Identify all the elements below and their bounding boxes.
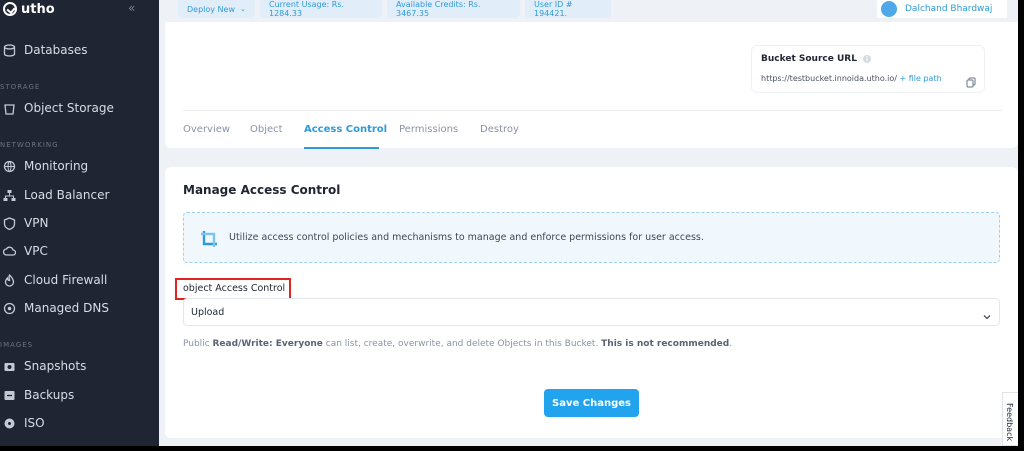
access-control-select[interactable]: Upload <box>183 298 1000 326</box>
help-everyone: Everyone <box>275 339 323 349</box>
sidebar-item-label: Monitoring <box>24 159 89 173</box>
cloud-icon <box>3 245 16 258</box>
section-images: IMAGES <box>0 341 34 349</box>
usage-text: Current Usage: Rs. 1284.33 <box>269 0 345 18</box>
sidebar-item-backups[interactable]: Backups <box>0 384 74 406</box>
help-mode: Read/Write <box>212 339 270 349</box>
access-help-text: Public Read/Write: Everyone can list, cr… <box>183 339 732 349</box>
user-id-badge: User ID # 194421. <box>525 0 611 18</box>
load-balancer-icon <box>3 189 16 202</box>
section-networking: NETWORKING <box>0 141 59 149</box>
tab-overview[interactable]: Overview <box>183 124 230 135</box>
brand-name: utho <box>21 1 55 17</box>
select-value: Upload <box>191 307 225 318</box>
file-path-link[interactable]: + file path <box>899 74 941 83</box>
sidebar-item-object-storage[interactable]: Object Storage <box>0 97 114 119</box>
bucket-source-url-box: Bucket Source URL i https://testbucket.i… <box>751 45 985 93</box>
sidebar-item-iso[interactable]: ISO <box>0 412 45 434</box>
chevron-down-icon: ⌄ <box>240 5 246 13</box>
crop-icon <box>200 230 218 252</box>
credits-text: Available Credits: Rs. 3467.35 <box>396 0 481 18</box>
logo-icon <box>3 2 17 16</box>
sidebar-item-label: Object Storage <box>24 101 114 115</box>
snapshot-icon <box>3 360 16 373</box>
help-middle: can list, create, overwrite, and delete … <box>322 339 602 349</box>
disk-icon <box>3 417 16 430</box>
save-changes-button[interactable]: Save Changes <box>544 389 639 417</box>
app-window: utho « Databases STORAGE Object Storage … <box>0 0 1018 446</box>
sidebar-item-label: Snapshots <box>24 359 87 373</box>
copy-icon[interactable] <box>966 73 976 92</box>
user-name: Dalchand Bhardwaj <box>905 4 993 14</box>
notice-text: Utilize access control policies and mech… <box>229 232 704 243</box>
dns-icon <box>3 302 16 315</box>
tab-access-control[interactable]: Access Control <box>304 124 387 135</box>
collapse-sidebar-icon[interactable]: « <box>128 1 135 15</box>
section-storage: STORAGE <box>0 83 41 91</box>
available-credits-badge: Available Credits: Rs. 3467.35 <box>387 0 520 18</box>
chevron-down-icon <box>982 307 992 326</box>
sidebar-item-vpn[interactable]: VPN <box>0 212 48 234</box>
sidebar-item-label: Cloud Firewall <box>24 273 108 287</box>
help-colon: : <box>269 339 276 349</box>
access-control-label: object Access Control <box>183 283 286 294</box>
sidebar-item-label: Backups <box>24 388 75 402</box>
feedback-tab[interactable]: Feedback <box>1002 392 1018 446</box>
help-prefix: Public <box>183 339 213 349</box>
active-tab-indicator <box>304 147 379 149</box>
user-menu[interactable]: Dalchand Bhardwaj <box>877 0 1007 18</box>
sidebar-item-monitoring[interactable]: Monitoring <box>0 155 88 177</box>
brand-logo[interactable]: utho <box>3 0 55 18</box>
help-warning: This is not recommended <box>601 339 730 349</box>
sidebar-item-vpc[interactable]: VPC <box>0 240 48 262</box>
sidebar-item-managed-dns[interactable]: Managed DNS <box>0 297 109 319</box>
page-title: Manage Access Control <box>183 183 341 197</box>
bucket-url-text: https://testbucket.innoida.utho.io/ <box>761 74 897 83</box>
bucket-source-title: Bucket Source URL i <box>761 54 871 64</box>
feedback-label: Feedback <box>1005 403 1014 442</box>
divider <box>183 110 1003 111</box>
bucket-header-card: Bucket Source URL i https://testbucket.i… <box>165 22 1018 149</box>
sidebar-item-label: VPC <box>24 244 48 258</box>
help-end: . <box>729 339 733 349</box>
sidebar-item-cloud-firewall[interactable]: Cloud Firewall <box>0 269 107 291</box>
sidebar-item-label: Databases <box>24 43 88 57</box>
bucket-source-label: Bucket Source URL <box>761 54 857 64</box>
sidebar-item-label: VPN <box>24 216 49 230</box>
sidebar-item-load-balancer[interactable]: Load Balancer <box>0 184 109 206</box>
user-id-text: User ID # 194421. <box>534 0 573 18</box>
tab-object[interactable]: Object <box>250 124 283 135</box>
shield-icon <box>3 216 16 230</box>
database-icon <box>3 43 16 57</box>
sidebar-item-label: Load Balancer <box>24 188 110 202</box>
sidebar-item-label: Managed DNS <box>24 301 109 315</box>
sidebar: utho « Databases STORAGE Object Storage … <box>0 0 159 446</box>
sidebar-item-label: ISO <box>24 416 45 430</box>
tab-permissions[interactable]: Permissions <box>399 124 458 135</box>
info-icon[interactable]: i <box>862 55 871 63</box>
top-bar: Deploy New ⌄ Current Usage: Rs. 1284.33 … <box>159 0 1018 22</box>
firewall-icon <box>3 273 16 287</box>
current-usage-badge: Current Usage: Rs. 1284.33 <box>260 0 382 18</box>
deploy-new-button[interactable]: Deploy New ⌄ <box>178 0 255 18</box>
avatar <box>881 1 897 17</box>
info-notice: Utilize access control policies and mech… <box>183 212 1000 263</box>
backup-icon <box>3 389 16 402</box>
bucket-icon <box>3 102 16 115</box>
sidebar-item-snapshots[interactable]: Snapshots <box>0 355 86 377</box>
sidebar-item-databases[interactable]: Databases <box>0 39 88 61</box>
tab-destroy[interactable]: Destroy <box>480 124 519 135</box>
globe-icon <box>3 160 16 173</box>
bucket-url: https://testbucket.innoida.utho.io/ + fi… <box>761 74 942 83</box>
access-control-card: Manage Access Control Utilize access con… <box>165 167 1018 438</box>
deploy-label: Deploy New <box>187 4 236 14</box>
